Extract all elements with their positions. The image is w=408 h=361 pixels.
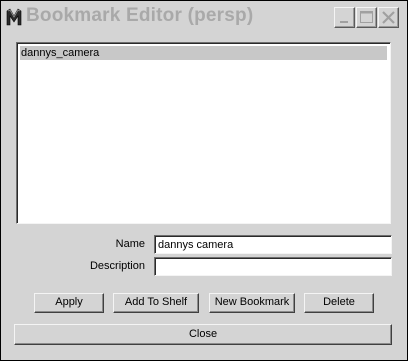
window-title: Bookmark Editor (persp) <box>26 5 254 26</box>
name-field[interactable] <box>154 235 392 254</box>
apply-button[interactable]: Apply <box>34 293 104 313</box>
close-window-button[interactable] <box>378 7 399 28</box>
title-bar[interactable]: Bookmark Editor (persp) <box>1 1 407 35</box>
minimize-button[interactable] <box>334 7 355 28</box>
bookmark-editor-window: Bookmark Editor (persp) dannys_camera Na… <box>0 0 408 361</box>
new-bookmark-button[interactable]: New Bookmark <box>209 293 295 313</box>
maya-logo-icon <box>5 7 23 27</box>
close-icon <box>382 11 395 24</box>
add-to-shelf-button[interactable]: Add To Shelf <box>113 293 199 313</box>
bookmark-list[interactable]: dannys_camera <box>16 42 391 224</box>
name-label: Name <box>115 238 145 250</box>
minimize-icon <box>340 21 348 23</box>
list-item-selected[interactable]: dannys_camera <box>20 46 387 60</box>
description-label: Description <box>89 260 145 272</box>
close-button[interactable]: Close <box>14 324 392 345</box>
maximize-icon <box>360 11 373 23</box>
description-field[interactable] <box>154 257 392 276</box>
delete-button[interactable]: Delete <box>304 293 374 313</box>
maximize-button[interactable] <box>356 7 377 28</box>
